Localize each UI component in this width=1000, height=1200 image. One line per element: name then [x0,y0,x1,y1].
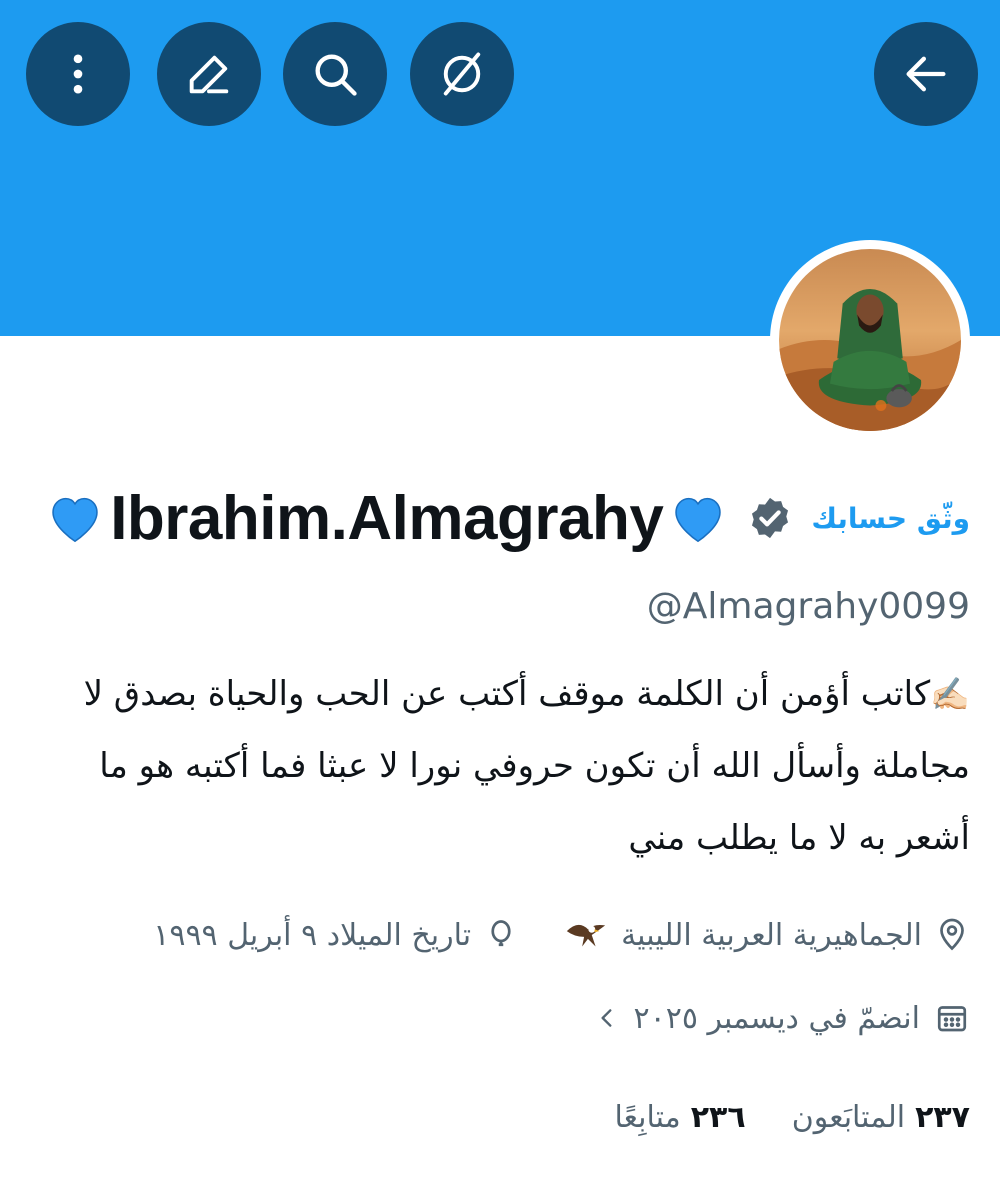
search-icon [315,54,357,96]
hide-button[interactable] [410,22,514,126]
writing-hand-emoji: ✍🏻 [930,675,970,713]
get-verified-link[interactable]: وثّق حسابك [811,502,970,535]
display-name: Ibrahim.Almagrahy [44,483,729,554]
user-handle: @Almagrahy0099 [646,586,970,627]
joined-row[interactable]: انضمّ في ديسمبر ٢٠٢٥ [594,1000,971,1036]
back-button[interactable] [874,22,978,126]
edit-button[interactable] [157,22,261,126]
edit-icon [189,55,229,94]
profile-bio: ✍🏻كاتب أؤمن أن الكلمة موقف أكتب عن الحب … [60,658,970,874]
following-link[interactable]: ٢٣٦ متابِعًا [615,1100,746,1135]
arrow-left-icon [906,56,946,92]
followers-label: المتابَعون [791,1100,906,1135]
location-text: الجماهيرية العربية الليبية [621,917,922,953]
chevron-left-icon[interactable] [594,1005,620,1031]
search-button[interactable] [283,22,387,126]
followers-count: ٢٣٧ [915,1100,970,1135]
display-name-text: Ibrahim.Almagrahy [110,483,664,553]
bio-text: كاتب أؤمن أن الكلمة موقف أكتب عن الحب وا… [83,674,970,858]
verified-badge-icon[interactable] [747,495,793,541]
blue-heart-icon [44,487,106,549]
following-count: ٢٣٦ [690,1100,746,1135]
following-label: متابِعًا [614,1100,681,1135]
blue-heart-icon [667,487,729,549]
more-button[interactable] [26,22,130,126]
calendar-icon [934,1000,970,1036]
avatar-image [779,249,961,431]
hide-icon [443,52,481,96]
more-vertical-icon [73,54,83,94]
birthday-icon [483,917,519,953]
joined-text: انضمّ في ديسمبر ٢٠٢٥ [633,1000,921,1036]
follow-stats: ٢٣٧ المتابَعون ٢٣٦ متابِعًا [615,1100,970,1135]
followers-link[interactable]: ٢٣٧ المتابَعون [792,1100,970,1135]
eagle-icon [563,912,609,958]
profile-name-row: وثّق حسابك Ibrahim.Almagrahy [44,478,970,558]
location-icon [934,917,970,953]
profile-meta-row: الجماهيرية العربية الليبية تاريخ الميلاد… [153,912,970,958]
avatar[interactable] [770,240,970,440]
birthday-text: تاريخ الميلاد ٩ أبريل ١٩٩٩ [153,917,472,953]
